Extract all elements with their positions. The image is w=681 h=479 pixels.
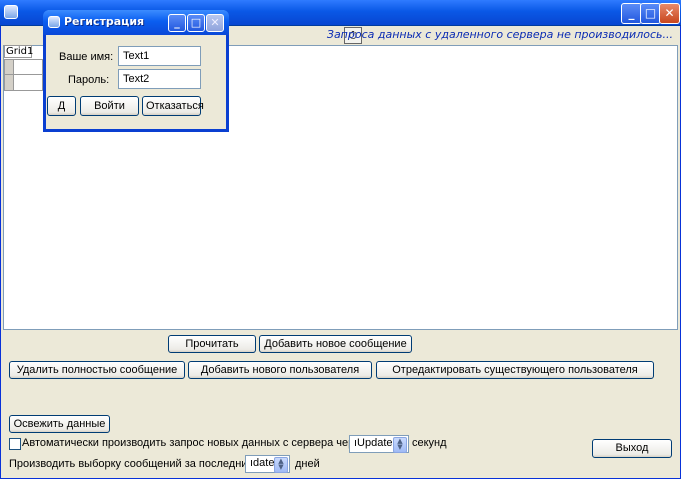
close-icon[interactable]: ✕ [659, 3, 680, 24]
auto-request-interval-spinner[interactable]: ıUpdate ▲ ▼ [349, 435, 409, 453]
dialog-app-icon [48, 16, 60, 28]
login-button[interactable]: Войти [80, 96, 139, 116]
auto-request-interval-value: ıUpdate [354, 437, 393, 449]
d-button[interactable]: Д [47, 96, 76, 116]
dialog-minimize-icon[interactable]: _ [168, 14, 186, 32]
spin-arrows-icon[interactable]: ▲ ▼ [274, 457, 288, 473]
name-input[interactable]: Text1 [118, 46, 201, 66]
add-user-button[interactable]: Добавить нового пользователя [188, 361, 372, 379]
add-message-button[interactable]: Добавить новое сообщение [259, 335, 412, 353]
read-button[interactable]: Прочитать [168, 335, 256, 353]
delete-message-button[interactable]: Удалить полностью сообщение [9, 361, 185, 379]
selection-unit: дней [295, 458, 320, 470]
minimize-icon[interactable]: _ [621, 3, 642, 24]
auto-request-checkbox[interactable] [9, 438, 21, 450]
selection-label: Производить выборку сообщений за последн… [9, 458, 254, 470]
auto-request-label: Автоматически производить запрос новых д… [22, 437, 366, 449]
selection-days-spinner[interactable]: ıdate ▲ ▼ [245, 455, 290, 473]
password-input[interactable]: Text2 [118, 69, 201, 89]
password-label: Пароль: [68, 74, 110, 86]
exit-button[interactable]: Выход [592, 439, 672, 458]
maximize-icon[interactable]: □ [640, 3, 661, 24]
selection-days-value: ıdate [250, 457, 275, 469]
name-label: Ваше имя: [59, 51, 114, 63]
dialog-title: Регистрация [64, 15, 145, 28]
status-text: Запроса данных с удаленного сервера не п… [326, 28, 673, 41]
app-icon [4, 5, 18, 19]
cancel-login-button[interactable]: Отказаться [142, 96, 204, 116]
edit-user-button[interactable]: Отредактировать существующего пользовате… [376, 361, 654, 379]
auto-request-unit: секунд [412, 437, 447, 449]
grid-cell[interactable] [13, 74, 43, 91]
refresh-button[interactable]: Освежить данные [9, 415, 110, 433]
dialog-close-icon[interactable]: ✕ [206, 14, 224, 32]
grid-cell[interactable] [13, 59, 43, 75]
spin-arrows-icon[interactable]: ▲ ▼ [393, 437, 407, 453]
dialog-maximize-icon[interactable]: □ [187, 14, 205, 32]
grid-caption: Grid1 [4, 45, 34, 58]
